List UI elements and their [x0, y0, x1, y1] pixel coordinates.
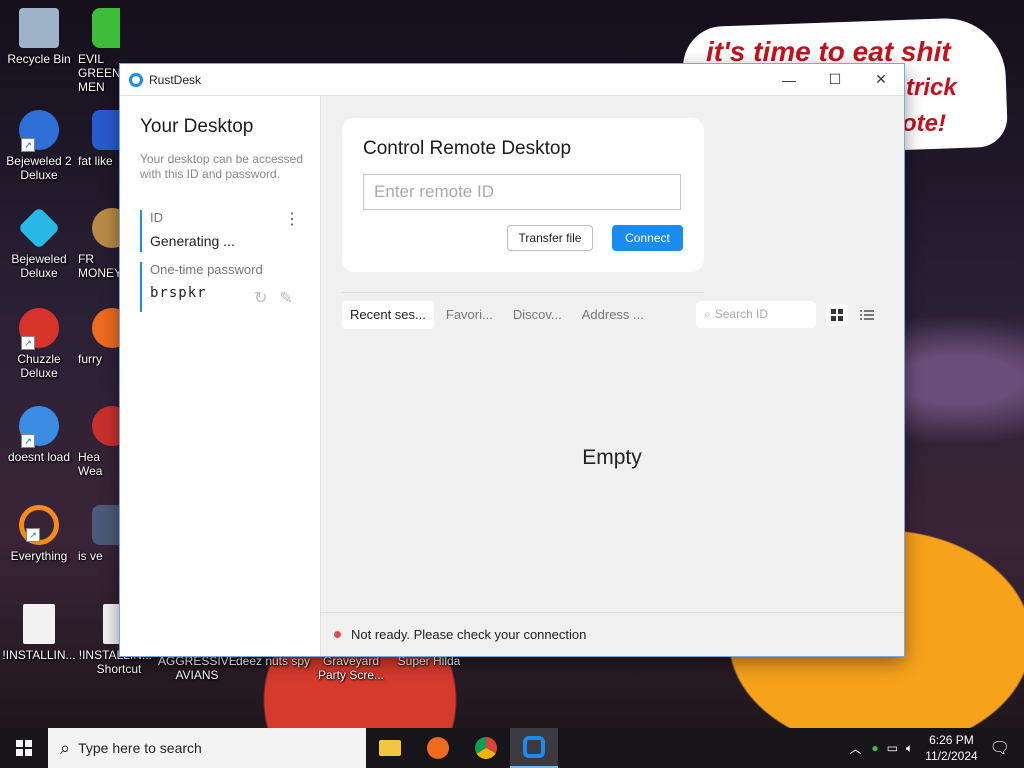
status-bar: Not ready. Please check your connection	[320, 612, 904, 657]
firefox-icon	[92, 308, 120, 348]
connect-button[interactable]: Connect	[612, 225, 683, 251]
your-desktop-description: Your desktop can be accessed with this I…	[140, 152, 304, 181]
notification-icon[interactable]: 🗨︎	[990, 738, 1010, 758]
transfer-file-button[interactable]: Transfer file	[507, 225, 593, 251]
desktop-icon-deez-nuts-spy[interactable]: deez nuts spy	[234, 654, 312, 668]
search-icon: ⌕	[704, 307, 711, 321]
status-text: Not ready. Please check your connection	[351, 627, 587, 642]
desktop-icon-recycle-bin[interactable]: Recycle Bin	[0, 8, 78, 66]
search-id-input[interactable]: ⌕ Search ID	[696, 301, 816, 328]
desktop-icon-furry[interactable]: furry	[78, 308, 120, 366]
desktop-icon-chuzzle[interactable]: ↗ Chuzzle Deluxe	[0, 308, 78, 380]
empty-state-text: Empty	[582, 446, 642, 469]
control-remote-card: Control Remote Desktop Enter remote ID T…	[342, 118, 704, 272]
desktop-icon-everything[interactable]: ↗ Everything	[0, 505, 78, 563]
search-magnifier-icon: ↗	[19, 505, 59, 545]
refresh-password-icon[interactable]: ↻	[254, 290, 267, 307]
grid-view-icon[interactable]	[826, 304, 848, 326]
title-bar[interactable]: RustDesk — ☐ ✕	[120, 64, 904, 96]
password-actions: ↻ ✎	[254, 288, 305, 308]
folder-icon	[379, 740, 401, 756]
remote-id-input[interactable]: Enter remote ID	[363, 174, 681, 210]
bejeweled-2-icon: ↗	[19, 110, 59, 152]
desktop-icon-free-money[interactable]: FR MONEY	[78, 208, 120, 280]
sidebar: Your Desktop Your desktop can be accesse…	[120, 96, 321, 656]
taskbar-rustdesk[interactable]	[510, 728, 558, 768]
desktop-icon-bejeweled[interactable]: Bejeweled Deluxe	[0, 206, 78, 280]
more-options-icon[interactable]: ⋮	[284, 212, 300, 228]
firefox-icon	[427, 737, 449, 759]
recycle-bin-icon	[19, 8, 59, 48]
chrome-icon	[475, 737, 497, 759]
system-tray: ︿ ● ▭ 🔈︎ 6:26 PM 11/2/2024 🗨︎	[849, 728, 1024, 768]
desktop-icon-bejeweled-2[interactable]: ↗ Bejeweled 2 Deluxe	[0, 110, 78, 182]
desktop-icon-evil-green-men[interactable]: EVIL GREEN MEN	[78, 8, 120, 94]
desktop-icon-fat-like[interactable]: fat like	[78, 110, 120, 168]
money-bag-icon	[92, 208, 120, 248]
taskbar-chrome[interactable]	[462, 728, 510, 768]
chevron-up-icon[interactable]: ︿	[849, 740, 861, 757]
taskbar-search-placeholder: Type here to search	[78, 740, 202, 756]
list-view-icon[interactable]	[856, 304, 878, 326]
desktop-icon-is-ve[interactable]: is ve	[78, 505, 120, 563]
id-section: ID Generating ...	[140, 210, 304, 252]
id-value[interactable]: Generating ...	[150, 233, 304, 249]
section-divider	[342, 292, 704, 293]
hazard-icon	[92, 406, 120, 446]
search-icon: ⌕	[60, 737, 71, 758]
game-badge-icon	[92, 505, 120, 545]
thunderbird-icon: ↗	[19, 406, 59, 448]
taskbar: ⌕ Type here to search ︿ ● ▭ 🔈︎ 6:26 PM 1…	[0, 728, 1024, 768]
id-label: ID	[150, 210, 163, 225]
minimize-button[interactable]: —	[766, 64, 812, 95]
desktop-icon-hea-wea[interactable]: Hea Wea	[78, 406, 120, 478]
taskbar-firefox[interactable]	[414, 728, 462, 768]
clock-time: 6:26 PM	[929, 733, 974, 747]
tab-address-book[interactable]: Address ...	[574, 301, 652, 329]
people-icon	[92, 8, 120, 48]
your-desktop-heading: Your Desktop	[140, 116, 254, 137]
desktop-icon-installing[interactable]: !INSTALLIN...	[0, 604, 78, 662]
game-logo-icon	[92, 110, 120, 150]
window-title: RustDesk	[149, 72, 202, 87]
rustdesk-logo-icon	[129, 72, 143, 87]
password-label: One-time password	[150, 262, 263, 277]
document-icon	[23, 604, 55, 644]
people-icon[interactable]: ●	[871, 741, 878, 755]
taskbar-search-box[interactable]: ⌕ Type here to search	[48, 728, 366, 768]
close-button[interactable]: ✕	[858, 64, 904, 95]
desktop-icon-graveyard[interactable]: Graveyard Party Scre...	[312, 654, 390, 682]
maximize-button[interactable]: ☐	[812, 64, 858, 95]
edit-password-icon[interactable]: ✎	[279, 290, 292, 307]
windows-logo-icon	[16, 740, 32, 756]
tab-recent-sessions[interactable]: Recent ses...	[342, 301, 434, 329]
taskbar-file-explorer[interactable]	[366, 728, 414, 768]
start-button[interactable]	[0, 728, 48, 768]
status-dot-icon	[334, 631, 341, 638]
desktop-icon-aggressive-avians[interactable]: AGGRESSIVE AVIANS	[158, 654, 237, 682]
clock-date: 11/2/2024	[925, 749, 978, 763]
network-icon[interactable]: ▭	[887, 741, 898, 755]
clock[interactable]: 6:26 PM 11/2/2024	[925, 732, 978, 764]
desktop-icon-doesnt-load[interactable]: ↗ doesnt load	[0, 406, 78, 464]
rustdesk-icon	[523, 736, 545, 758]
gem-icon	[17, 206, 61, 250]
rustdesk-window: RustDesk — ☐ ✕ Your Desktop Your desktop…	[120, 64, 904, 656]
volume-icon[interactable]: 🔈︎	[906, 741, 913, 756]
control-remote-heading: Control Remote Desktop	[363, 138, 572, 159]
tab-favorites[interactable]: Favori...	[438, 301, 501, 329]
tab-discovered[interactable]: Discov...	[505, 301, 570, 329]
chuzzle-icon: ↗	[19, 308, 59, 350]
peer-tabs: Recent ses... Favori... Discov... Addres…	[342, 301, 656, 329]
